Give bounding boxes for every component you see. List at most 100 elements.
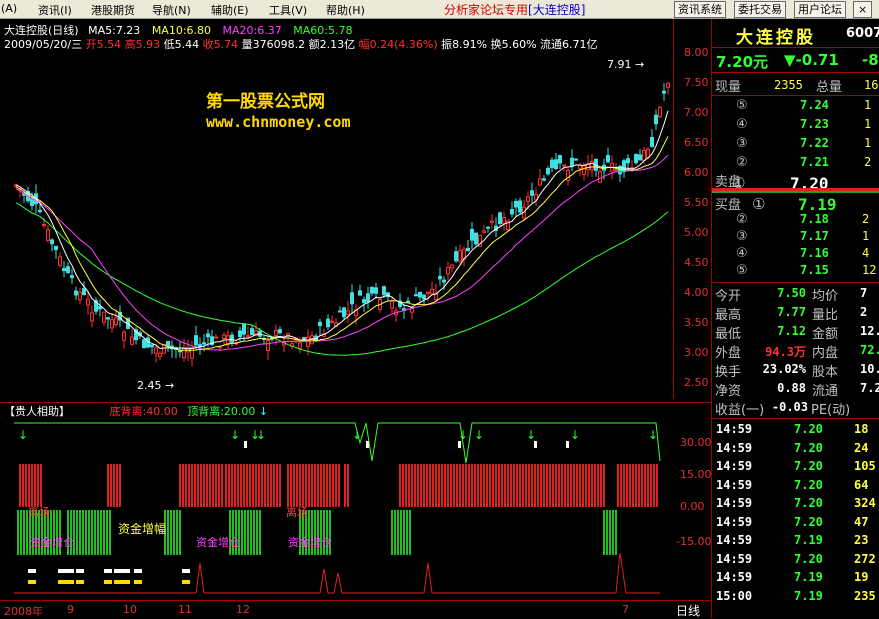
indicator-panel[interactable]: 【贵人相助】 底背离:40.00 顶背离:20.00 ↓ ↓ ↓ ↓ ↓ ↓ ↓ ↓ ↓ ↓ ↓ … [0,403,673,599]
sell-volume: 1 [864,136,872,150]
divider [712,47,879,48]
user-forum-button[interactable]: 用户论坛 [794,1,846,18]
forum-text: 分析家论坛专用 [444,3,529,17]
bid-ask-separator-green [712,191,879,193]
candle-body [218,346,222,349]
axis-tick: 6.00 [684,166,709,179]
candle-body [374,287,378,294]
date-label: 12 [236,603,250,616]
candle-body [142,339,146,349]
tick-volume: 272 [854,551,876,566]
candle-body [74,290,78,296]
tick-time: 14:59 [716,551,753,566]
row-marker [76,569,84,573]
candle-body [178,350,182,353]
tick-volume: 47 [854,514,869,529]
candle-body [498,212,502,225]
stat-label: 均价 [812,289,839,304]
row-marker [122,580,130,584]
period-label[interactable]: 日线 [676,602,700,619]
candle-body [242,323,246,335]
menu-item-tools[interactable]: 工具(V) [269,2,307,18]
menu-item-hk-futures[interactable]: 港股期货 [91,2,135,18]
stat-label: 换手 [715,365,742,380]
stat-value: 7.50 [777,286,806,300]
axis-tick: 4.00 [684,286,709,299]
candle-body [366,293,370,303]
kline-panel[interactable]: 大连控股(日线) MA5:7.23 MA10:6.80 MA20:6.37 MA… [0,19,673,403]
buy-level: ④ [736,246,748,261]
buy-arrow-icon: ↓ [648,428,658,442]
candle-body [422,294,426,300]
signal-line [14,422,661,464]
stat-label: 今开 [715,289,742,304]
candle-body [206,333,210,338]
buy-arrow-icon: ↓ [18,428,28,442]
axis-tick: 7.00 [684,106,709,119]
tick-volume: 324 [854,496,876,510]
sell-price: 7.22 [800,136,829,150]
tick-time: 14:59 [716,459,753,473]
tick-volume: 105 [854,459,876,473]
axis-tick: 3.00 [684,346,709,359]
sell-volume: 2 [864,155,872,169]
tick-price: 7.19 [794,533,823,547]
candle-body [530,190,534,196]
axis-tick: 5.50 [684,196,709,209]
candle-body [450,264,454,269]
white-marker [534,441,537,448]
candle-body [298,342,302,349]
ma10-line [15,136,669,351]
info-system-button[interactable]: 资讯系统 [674,1,726,18]
row-marker [182,569,190,573]
stat-value: 94.3万 [765,345,806,359]
candle-body [162,344,166,354]
candle-body [82,288,86,295]
candle-body [626,158,630,164]
tick-price: 7.20 [794,459,823,473]
row-marker [28,580,36,584]
menu-item-help[interactable]: 帮助(H) [326,2,365,18]
exit-label-2: 离场 [286,506,308,519]
indicator-axis-tick: 0.00 [680,500,705,513]
stat-label: 量比 [812,308,839,323]
trade-button[interactable]: 委托交易 [734,1,786,18]
candle-body [538,178,542,186]
menu-item-a[interactable]: (A) [1,2,17,15]
stock-name: 大连控股 [736,28,816,48]
white-marker [458,441,461,448]
candle-body [130,336,134,345]
quote-panel: 大连控股 60074 7.20元 ▼-0.71 -8 现量 2355 总量 16… [711,19,879,618]
tick-price: 7.19 [794,570,823,584]
tick-price: 7.20 [794,514,823,529]
menu-item-info[interactable]: 资讯(I) [38,2,72,18]
close-icon[interactable]: × [853,1,873,18]
candle-body [490,220,494,224]
stat-value: 0.88 [777,381,806,395]
row-marker [76,580,84,584]
axis-tick: 2.50 [684,376,709,389]
menu-item-assist[interactable]: 辅助(E) [211,2,249,18]
menu-item-nav[interactable]: 导航(N) [152,2,191,18]
candle-body [214,336,218,339]
candle-body [238,330,242,337]
buy-level: ⑤ [736,263,748,278]
row-marker [66,569,74,573]
candle-body [458,250,462,262]
price-change-pct: -8 [862,51,879,69]
stat-value: 10. [860,362,879,376]
add-position-label-2: 资金增仓 [196,536,240,549]
candle-body [658,106,662,118]
candle-body [78,291,82,301]
candle-body [102,311,106,323]
candle-body [330,320,334,323]
candle-body [474,232,478,245]
row-marker [66,580,74,584]
forum-banner: 分析家论坛专用[大连控股] [444,1,585,18]
tick-time: 14:59 [716,514,753,529]
row-marker [58,569,66,573]
candle-body [638,154,642,161]
candle-body [486,226,490,229]
candle-body [466,247,470,252]
candle-body [258,330,262,337]
